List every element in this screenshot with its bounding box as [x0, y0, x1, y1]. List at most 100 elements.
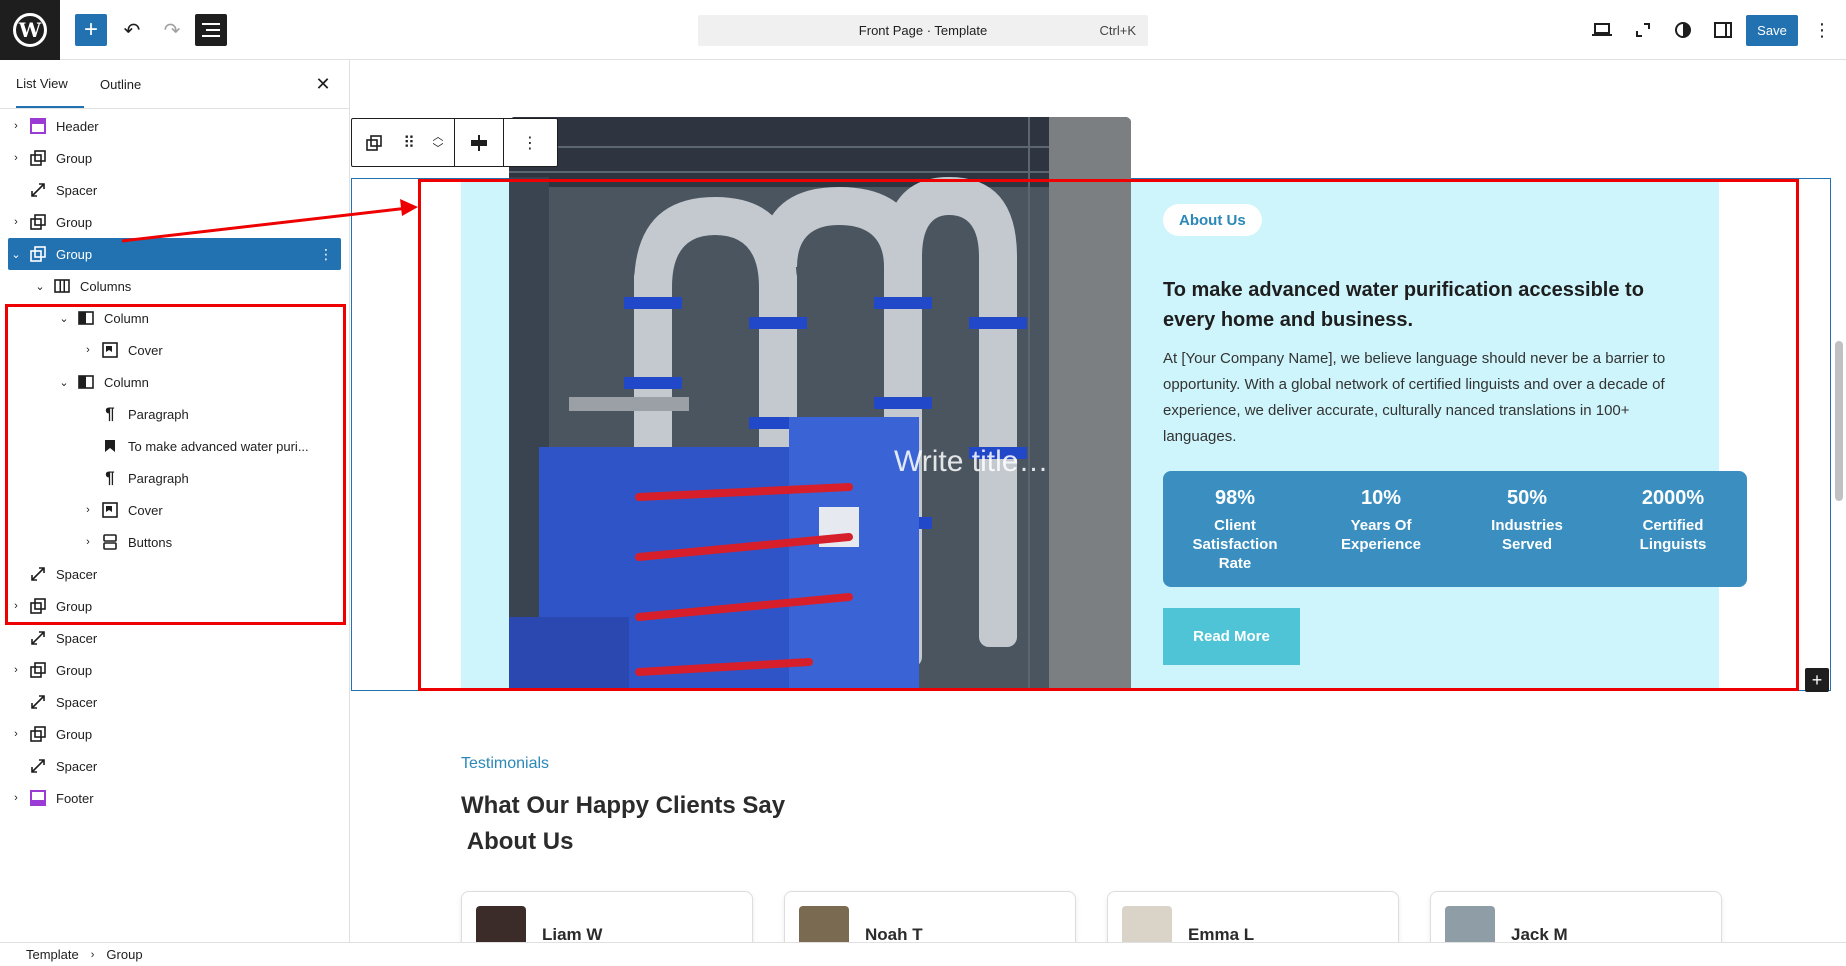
- list-item-label: Cover: [128, 502, 163, 518]
- chevron-right-icon[interactable]: ›: [8, 150, 24, 166]
- list-item-label: Spacer: [56, 758, 98, 774]
- more-vertical-icon[interactable]: ⋮: [319, 246, 333, 263]
- editor-canvas[interactable]: Write title… ⠿ ︿ ﹀ ⋮ About Us To make ad…: [351, 61, 1846, 942]
- group-icon: [28, 660, 48, 680]
- stats-panel[interactable]: 98% Client Satisfaction Rate 10% Years O…: [1163, 471, 1747, 587]
- canvas-scrollbar[interactable]: [1832, 61, 1846, 942]
- chevron-right-icon[interactable]: ›: [8, 598, 24, 614]
- close-sidebar-button[interactable]: ✕: [311, 72, 335, 96]
- chevron-down-icon[interactable]: ⌄: [56, 310, 72, 326]
- cover-icon: [100, 500, 120, 520]
- cover-title-placeholder[interactable]: Write title…: [894, 445, 1048, 479]
- list-item-heading[interactable]: To make advanced water puri...: [0, 430, 349, 462]
- testimonial-card[interactable]: Jack M: [1430, 891, 1722, 942]
- about-heading[interactable]: To make advanced water purification acce…: [1163, 275, 1683, 335]
- testimonial-card[interactable]: Emma L: [1107, 891, 1399, 942]
- move-buttons[interactable]: ︿ ﹀: [422, 119, 454, 166]
- list-item-label: Paragraph: [128, 470, 189, 486]
- list-item-spacer[interactable]: Spacer: [0, 174, 349, 206]
- fullscreen-button[interactable]: [1627, 14, 1659, 46]
- list-item-column[interactable]: ⌄ Column: [0, 366, 349, 398]
- add-block-button[interactable]: +: [75, 14, 107, 46]
- spacer-icon: [28, 756, 48, 776]
- drag-handle[interactable]: ⠿: [396, 119, 422, 166]
- list-item-spacer[interactable]: Spacer: [0, 750, 349, 782]
- about-paragraph[interactable]: At [Your Company Name], we believe langu…: [1163, 346, 1683, 450]
- chevron-right-icon[interactable]: ›: [80, 502, 96, 518]
- spacer-icon: [28, 180, 48, 200]
- list-item-group[interactable]: › Group: [0, 142, 349, 174]
- list-item-group[interactable]: › Group: [0, 590, 349, 622]
- chevron-down-icon[interactable]: ﹀: [433, 143, 444, 155]
- tab-list-view[interactable]: List View: [16, 60, 84, 108]
- list-item-spacer[interactable]: Spacer: [0, 622, 349, 654]
- block-breadcrumb: Template › Group: [0, 942, 1846, 966]
- list-item-buttons[interactable]: › Buttons: [0, 526, 349, 558]
- save-button[interactable]: Save: [1746, 15, 1798, 46]
- breadcrumb-root[interactable]: Template: [26, 947, 79, 962]
- list-item-cover[interactable]: › Cover: [0, 334, 349, 366]
- list-item-group[interactable]: › Group: [0, 718, 349, 750]
- chevron-up-icon[interactable]: ︿: [433, 131, 444, 143]
- block-type-button[interactable]: [352, 119, 396, 166]
- chevron-right-icon: ›: [90, 948, 95, 961]
- undo-button[interactable]: ↶: [116, 14, 148, 46]
- redo-button[interactable]: ↷: [156, 14, 188, 46]
- list-item-paragraph[interactable]: ¶ Paragraph: [0, 462, 349, 494]
- stat-label: Client Satisfaction Rate: [1192, 517, 1278, 572]
- block-options-button[interactable]: ⋮: [504, 119, 556, 166]
- list-item-label: Group: [56, 726, 93, 742]
- close-icon: ✕: [315, 73, 331, 94]
- scrollbar-thumb[interactable]: [1835, 341, 1843, 501]
- chevron-right-icon[interactable]: ›: [8, 214, 24, 230]
- tab-outline[interactable]: Outline: [100, 60, 141, 108]
- command-palette-button[interactable]: Front Page · Template Ctrl+K: [698, 15, 1148, 46]
- chevron-right-icon[interactable]: ›: [8, 118, 24, 134]
- chevron-down-icon[interactable]: ⌄: [32, 278, 48, 294]
- cover-image[interactable]: Write title…: [509, 117, 1131, 690]
- list-item-spacer[interactable]: Spacer: [0, 686, 349, 718]
- list-item-label: Group: [56, 598, 93, 614]
- list-item-paragraph[interactable]: ¶ Paragraph: [0, 398, 349, 430]
- device-preview-button[interactable]: [1586, 14, 1618, 46]
- wordpress-logo[interactable]: W: [0, 0, 60, 60]
- list-item-footer[interactable]: › Footer: [0, 782, 349, 814]
- justify-button[interactable]: [455, 119, 503, 166]
- avatar: [1122, 906, 1172, 942]
- chevron-right-icon[interactable]: ›: [8, 662, 24, 678]
- list-item-columns[interactable]: ⌄ Columns: [0, 270, 349, 302]
- list-item-group-selected[interactable]: ⌄ Group ⋮: [8, 238, 341, 270]
- chevron-down-icon[interactable]: ⌄: [56, 374, 72, 390]
- add-block-inline-button[interactable]: +: [1805, 668, 1829, 692]
- list-item-cover[interactable]: › Cover: [0, 494, 349, 526]
- chevron-right-icon[interactable]: ›: [80, 534, 96, 550]
- chevron-down-icon[interactable]: ⌄: [8, 246, 24, 262]
- options-button[interactable]: ⋮: [1806, 14, 1838, 46]
- list-item-label: Columns: [80, 278, 132, 294]
- chevron-right-icon[interactable]: ›: [8, 726, 24, 742]
- list-item-header[interactable]: › Header: [0, 110, 349, 142]
- chevron-right-icon[interactable]: ›: [8, 790, 24, 806]
- list-item-label: Spacer: [56, 566, 98, 582]
- list-item-label: Column: [104, 374, 149, 390]
- breadcrumb-current[interactable]: Group: [106, 947, 142, 962]
- stat-value: 10%: [1360, 487, 1402, 509]
- testimonial-card[interactable]: Liam W: [461, 891, 753, 942]
- client-name: Noah T: [865, 925, 923, 942]
- styles-button[interactable]: [1667, 14, 1699, 46]
- list-item-spacer[interactable]: Spacer: [0, 558, 349, 590]
- list-item-column[interactable]: ⌄ Column: [0, 302, 349, 334]
- list-item-group[interactable]: › Group: [0, 654, 349, 686]
- list-item-group[interactable]: › Group: [0, 206, 349, 238]
- about-us-badge[interactable]: About Us: [1163, 204, 1262, 236]
- testimonial-card[interactable]: Noah T: [784, 891, 1076, 942]
- list-item-label: Spacer: [56, 182, 98, 198]
- chevron-right-icon[interactable]: ›: [80, 342, 96, 358]
- document-overview-button[interactable]: [195, 14, 227, 46]
- read-more-button[interactable]: Read More: [1163, 608, 1300, 665]
- testimonials-kicker[interactable]: Testimonials: [461, 755, 549, 773]
- group-icon: [28, 244, 48, 264]
- settings-sidebar-button[interactable]: [1707, 14, 1739, 46]
- stat-label: Certified Linguists: [1639, 517, 1707, 553]
- testimonials-heading[interactable]: What Our Happy Clients Say About Us: [461, 788, 785, 860]
